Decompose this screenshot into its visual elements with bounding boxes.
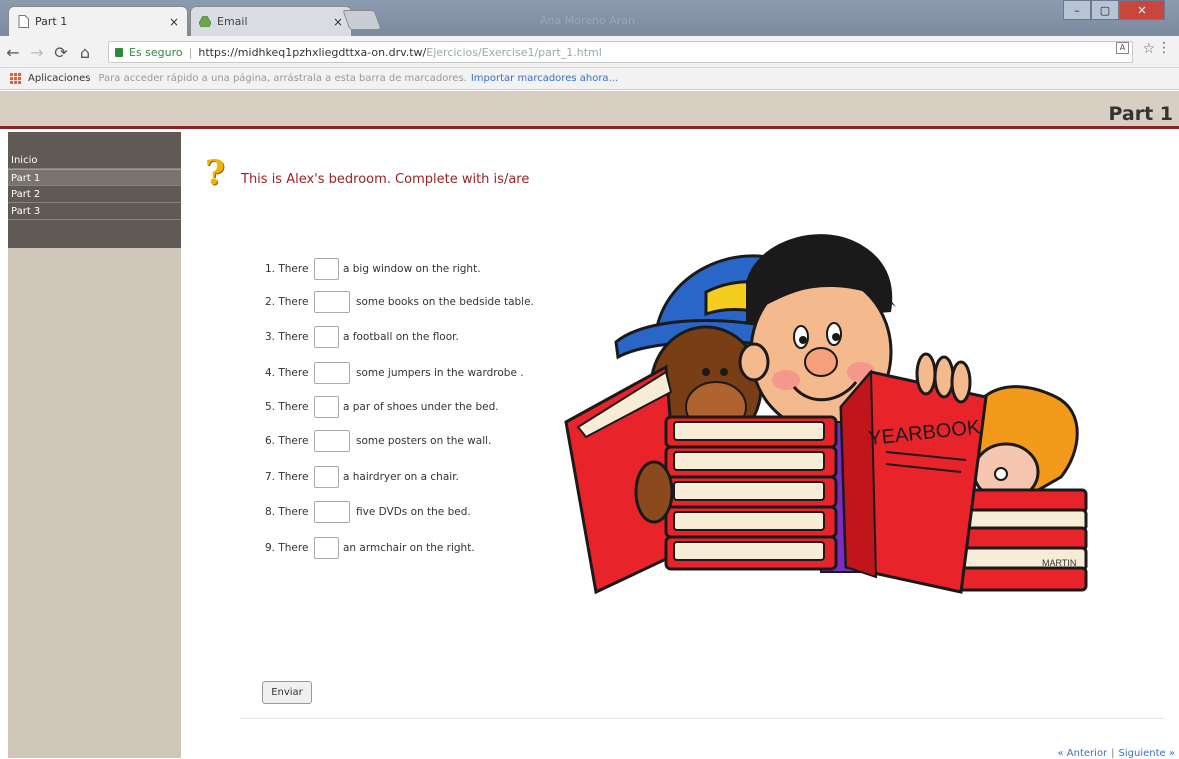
exercise-prefix: 8. There	[265, 506, 309, 518]
sidebar-item-part3[interactable]: Part 3	[8, 203, 181, 220]
exercise-row: 7. There a hairdryer on a chair.	[265, 465, 459, 489]
previous-link[interactable]: « Anterior	[1058, 748, 1108, 759]
exercise-text: a football on the floor.	[343, 331, 459, 343]
bookmark-star-icon[interactable]: ☆	[1142, 41, 1155, 57]
exercise-prefix: 5. There	[265, 401, 309, 413]
exercise-text: a big window on the right.	[343, 263, 481, 275]
page-icon	[17, 15, 29, 28]
exercise-text: a hairdryer on a chair.	[343, 471, 459, 483]
page-header: Part 1	[0, 91, 1179, 129]
sidebar-item-part1[interactable]: Part 1	[8, 169, 181, 186]
tab-email[interactable]: Email ×	[190, 6, 352, 36]
back-icon[interactable]: ←	[4, 43, 22, 62]
exercise-row: 1. There a big window on the right.	[265, 257, 481, 281]
question-mark-icon: ?	[205, 153, 225, 193]
window-titlebar: Part 1 × Email × Ana Moreno Aran – ▢ ✕	[0, 0, 1179, 36]
bookmarks-bar: Aplicaciones Para acceder rápido a una p…	[0, 68, 1179, 90]
forward-icon[interactable]: →	[28, 43, 46, 62]
sidebar-menu: Inicio Part 1 Part 2 Part 3	[8, 132, 181, 248]
new-tab-button[interactable]	[342, 10, 382, 30]
exercise-prefix: 1. There	[265, 263, 309, 275]
exercise-text: five DVDs on the bed.	[356, 506, 471, 518]
maximize-icon[interactable]: ▢	[1091, 0, 1119, 20]
exercise-text: a par of shoes under the bed.	[343, 401, 499, 413]
apps-icon[interactable]	[10, 72, 22, 85]
drive-icon	[199, 15, 211, 28]
sidebar-item-inicio[interactable]: Inicio	[8, 152, 181, 169]
illustration-signature: MARTIN	[1042, 558, 1076, 568]
kid-with-books-illustration: MARTIN YEARBOOK	[564, 234, 1088, 595]
exercise-prefix: 4. There	[265, 367, 309, 379]
exercise-prefix: 7. There	[265, 471, 309, 483]
exercise-text: an armchair on the right.	[343, 542, 475, 554]
sidebar-item-part2[interactable]: Part 2	[8, 186, 181, 203]
menu-icon[interactable]: ⋮	[1157, 40, 1171, 56]
sidebar: Inicio Part 1 Part 2 Part 3	[8, 132, 181, 758]
exercise-text: some books on the bedside table.	[356, 296, 534, 308]
window-title: Ana Moreno Aran	[540, 14, 635, 27]
pager-separator: |	[1111, 748, 1115, 759]
exercise-prefix: 6. There	[265, 435, 309, 447]
instruction-text: This is Alex's bedroom. Complete with is…	[241, 172, 530, 187]
exercise-row: 3. There a football on the floor.	[265, 325, 459, 349]
import-bookmarks-link[interactable]: Importar marcadores ahora...	[471, 73, 618, 84]
exercise-row: 9. There an armchair on the right.	[265, 536, 475, 560]
address-bar[interactable]: Es seguro | https://midhkeq1pzhxliegdttx…	[108, 41, 1133, 63]
exercise-row: 8. There five DVDs on the bed.	[265, 500, 471, 524]
apps-link[interactable]: Aplicaciones	[28, 73, 90, 84]
tab-title: Part 1	[35, 15, 68, 28]
exercise-text: some jumpers in the wardrobe .	[356, 367, 524, 379]
window-controls: – ▢ ✕	[1063, 0, 1165, 22]
url-path: Ejercicios/Exercise1/part_1.html	[426, 45, 602, 59]
url-host: https://midhkeq1pzhxliegdttxa-on.drv.tw/	[198, 45, 427, 59]
divider	[240, 718, 1164, 719]
submit-button[interactable]: Enviar	[262, 681, 312, 704]
answer-input-1[interactable]	[314, 258, 339, 280]
tab-title: Email	[217, 15, 248, 28]
exercise-row: 4. There some jumpers in the wardrobe .	[265, 361, 524, 385]
exercise-text: some posters on the wall.	[356, 435, 492, 447]
home-icon[interactable]: ⌂	[76, 43, 94, 62]
translate-icon[interactable]: A	[1116, 42, 1129, 54]
tab-part1[interactable]: Part 1 ×	[8, 6, 188, 36]
answer-input-4[interactable]	[314, 362, 350, 384]
exercise-row: 2. There some books on the bedside table…	[265, 290, 534, 314]
separator: |	[188, 45, 193, 59]
next-link[interactable]: Siguiente »	[1119, 748, 1175, 759]
exercise-prefix: 2. There	[265, 296, 309, 308]
answer-input-9[interactable]	[314, 537, 339, 559]
close-tab-icon[interactable]: ×	[333, 15, 343, 29]
close-tab-icon[interactable]: ×	[169, 15, 179, 29]
answer-input-7[interactable]	[314, 466, 339, 488]
exercise-row: 5. There a par of shoes under the bed.	[265, 395, 499, 419]
answer-input-8[interactable]	[314, 501, 350, 523]
answer-input-3[interactable]	[314, 326, 339, 348]
close-window-icon[interactable]: ✕	[1119, 0, 1165, 20]
page-title: Part 1	[1108, 103, 1173, 125]
pager: « Anterior | Siguiente »	[1058, 748, 1176, 759]
exercise-row: 6. There some posters on the wall.	[265, 429, 491, 453]
exercise-prefix: 9. There	[265, 542, 309, 554]
reload-icon[interactable]: ⟳	[52, 43, 70, 62]
browser-toolbar: ← → ⟳ ⌂ Es seguro | https://midhkeq1pzhx…	[0, 36, 1179, 68]
answer-input-2[interactable]	[314, 291, 350, 313]
secure-label: Es seguro	[129, 45, 183, 59]
answer-input-6[interactable]	[314, 430, 350, 452]
lock-icon	[115, 47, 123, 57]
exercise-prefix: 3. There	[265, 331, 309, 343]
bookmarks-hint: Para acceder rápido a una página, arrást…	[98, 73, 467, 84]
answer-input-5[interactable]	[314, 396, 339, 418]
minimize-icon[interactable]: –	[1063, 0, 1091, 20]
